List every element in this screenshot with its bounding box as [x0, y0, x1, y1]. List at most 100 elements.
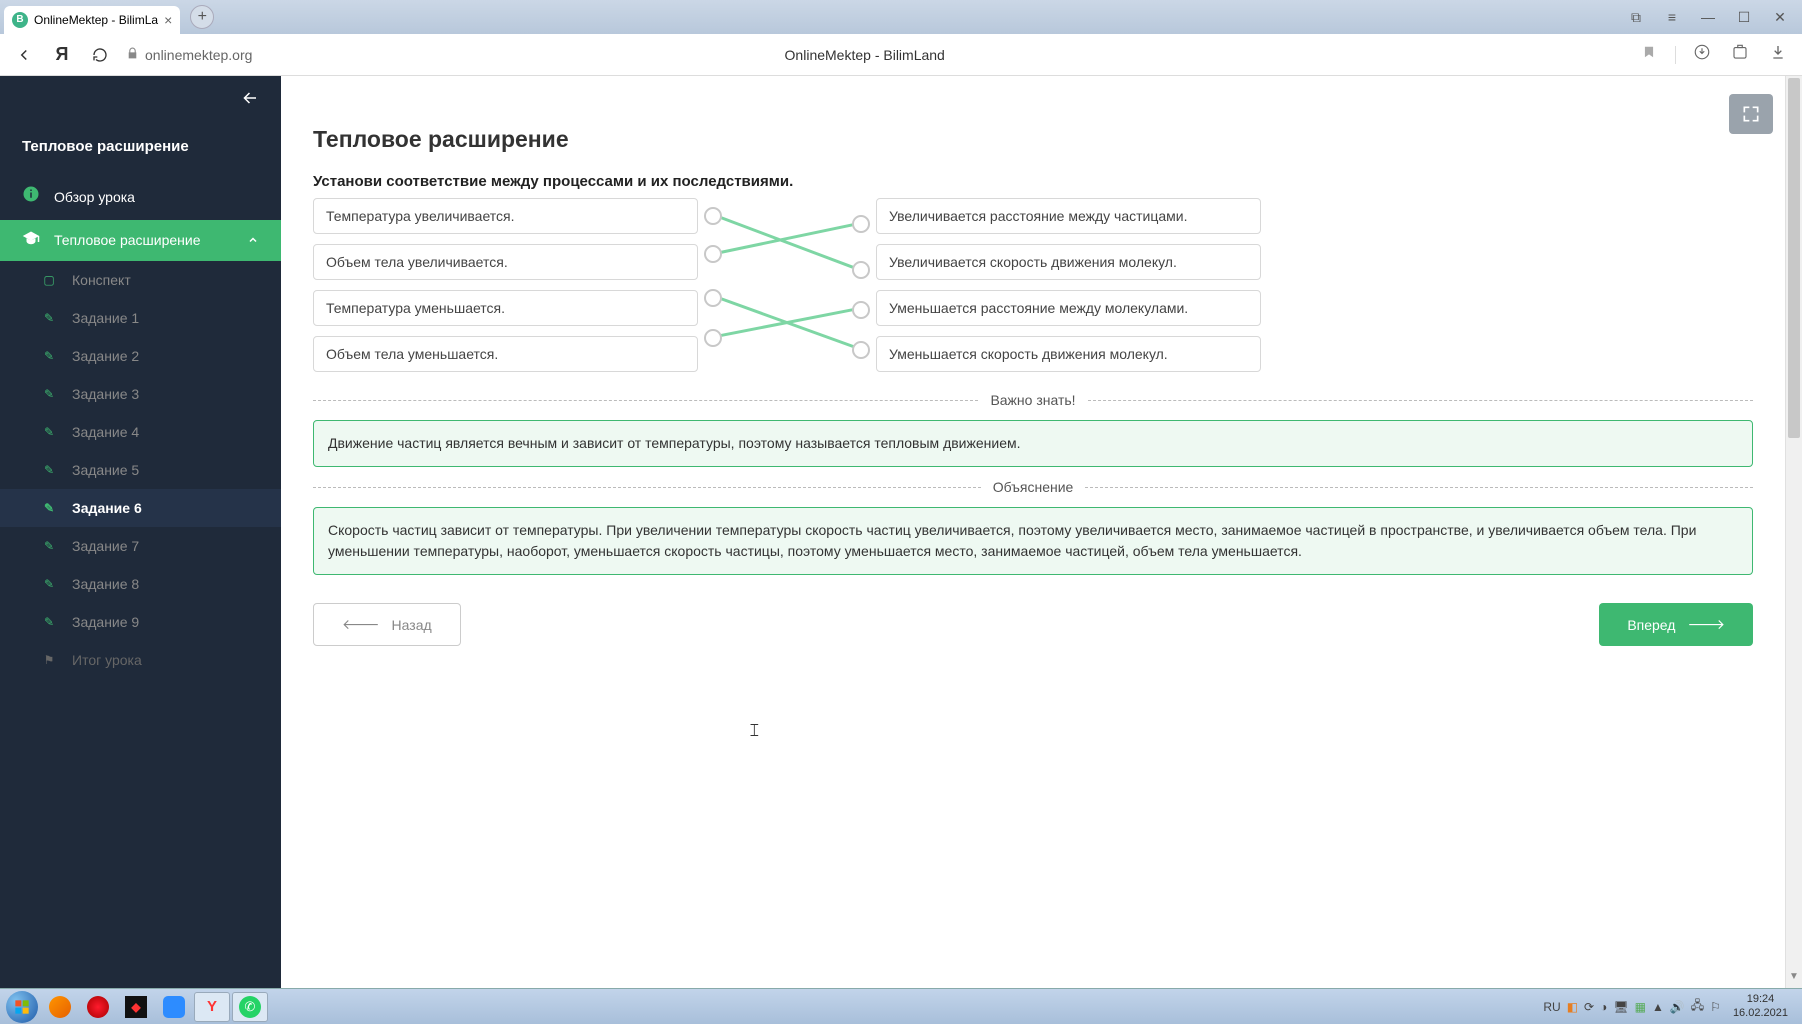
taskbar-app[interactable]: ◆ — [118, 992, 154, 1022]
scroll-down-icon[interactable]: ▼ — [1786, 971, 1802, 988]
sub-item-label: Задание 8 — [72, 576, 139, 592]
scrollbar[interactable]: ▲ ▼ — [1785, 76, 1802, 988]
extensions-icon[interactable] — [1728, 43, 1752, 66]
yandex-icon[interactable]: Я — [50, 43, 74, 67]
match-left-item[interactable]: Температура уменьшается. — [313, 290, 698, 326]
tray-icon[interactable]: ◧ — [1567, 1000, 1578, 1014]
window-maximize-icon[interactable]: ☐ — [1726, 3, 1762, 31]
tray-icon[interactable]: ◑ — [1600, 1000, 1607, 1014]
taskbar-whatsapp[interactable]: ✆ — [232, 992, 268, 1022]
edit-icon: ✎ — [40, 349, 58, 363]
match-right-item[interactable]: Увеличивается расстояние между частицами… — [876, 198, 1261, 234]
sidebar-item-section[interactable]: Тепловое расширение — [0, 220, 281, 261]
tray-chevron-icon[interactable]: ▲ — [1652, 1000, 1664, 1014]
sub-item-konspekt[interactable]: ▢ Конспект — [0, 261, 281, 299]
match-left-item[interactable]: Объем тела уменьшается. — [313, 336, 698, 372]
new-tab-button[interactable]: + — [190, 5, 214, 29]
connector-dot[interactable] — [704, 207, 722, 225]
back-arrow-icon[interactable] — [239, 89, 261, 113]
tray-icon[interactable]: 🖥 — [1613, 1000, 1628, 1014]
lesson-title: Тепловое расширение — [313, 126, 1753, 153]
download-circle-icon[interactable] — [1690, 43, 1714, 66]
flag-icon: ⚑ — [40, 653, 58, 667]
bookmark-icon[interactable] — [1637, 45, 1661, 64]
tray-network-icon[interactable]: 🖧 — [1691, 996, 1704, 1017]
system-tray: RU ◧ ⟳ ◑ 🖥 ▦ ▲ 🔊 🖧 ⚐ 19:24 16.02.2021 — [1543, 993, 1798, 1019]
start-button[interactable] — [4, 992, 40, 1022]
chevron-up-icon — [247, 233, 259, 249]
connector-dot[interactable] — [704, 329, 722, 347]
edit-icon: ✎ — [40, 501, 58, 515]
window-close-icon[interactable]: ✕ — [1762, 3, 1798, 31]
tab-favicon-icon: B — [12, 12, 28, 28]
window-minimize-icon[interactable]: — — [1690, 3, 1726, 31]
next-button[interactable]: Вперед 🡒 — [1599, 603, 1753, 646]
connector-dot[interactable] — [704, 289, 722, 307]
tray-clock[interactable]: 19:24 16.02.2021 — [1727, 993, 1794, 1019]
firefox-icon — [49, 996, 71, 1018]
connector-dot[interactable] — [852, 261, 870, 279]
download-icon[interactable] — [1766, 44, 1790, 65]
sub-item-task-1[interactable]: ✎ Задание 1 — [0, 299, 281, 337]
taskbar-firefox[interactable] — [42, 992, 78, 1022]
sub-item-task-4[interactable]: ✎ Задание 4 — [0, 413, 281, 451]
sub-item-label: Задание 6 — [72, 500, 142, 516]
sub-item-task-7[interactable]: ✎ Задание 7 — [0, 527, 281, 565]
windows-icon — [6, 991, 38, 1023]
sub-item-task-8[interactable]: ✎ Задание 8 — [0, 565, 281, 603]
url-box[interactable]: onlinemektep.org — [126, 47, 252, 63]
url-text: onlinemektep.org — [145, 47, 252, 63]
sidebar-item-label: Обзор урока — [54, 189, 135, 205]
sidebar-back — [0, 76, 281, 126]
edit-icon: ✎ — [40, 615, 58, 629]
connector-dot[interactable] — [704, 245, 722, 263]
taskbar-zoom[interactable] — [156, 992, 192, 1022]
sidebar-item-label: Итог урока — [72, 652, 142, 668]
tray-lang[interactable]: RU — [1543, 1000, 1560, 1014]
nav-back-button[interactable] — [12, 43, 36, 67]
window-overlay-icon[interactable]: ⧉ — [1618, 3, 1654, 31]
divider-explain: Объяснение — [313, 479, 1753, 495]
sidebar-item-summary[interactable]: ⚑ Итог урока — [0, 641, 281, 679]
fullscreen-button[interactable] — [1729, 94, 1773, 134]
taskbar-opera[interactable] — [80, 992, 116, 1022]
match-left-item[interactable]: Температура увеличивается. — [313, 198, 698, 234]
sub-item-task-2[interactable]: ✎ Задание 2 — [0, 337, 281, 375]
back-button[interactable]: 🡐 Назад — [313, 603, 461, 646]
yandex-browser-icon: Y — [202, 997, 222, 1017]
match-left-item[interactable]: Объем тела увеличивается. — [313, 244, 698, 280]
connector-dot[interactable] — [852, 341, 870, 359]
scrollbar-thumb[interactable] — [1788, 78, 1800, 438]
browser-addressbar: Я onlinemektep.org OnlineMektep - BilimL… — [0, 34, 1802, 76]
sub-item-task-3[interactable]: ✎ Задание 3 — [0, 375, 281, 413]
taskbar-yandex[interactable]: Y — [194, 992, 230, 1022]
text-cursor-icon: 𝙸 — [748, 720, 761, 741]
match-right-item[interactable]: Увеличивается скорость движения молекул. — [876, 244, 1261, 280]
sub-item-task-6[interactable]: ✎ Задание 6 — [0, 489, 281, 527]
connector-dot[interactable] — [852, 301, 870, 319]
app-icon: ◆ — [125, 996, 147, 1018]
arrow-right-icon: 🡒 — [1687, 616, 1725, 633]
divider-label: Важно знать! — [990, 392, 1075, 408]
info-icon — [22, 185, 40, 208]
sidebar-item-overview[interactable]: Обзор урока — [0, 173, 281, 220]
lock-icon — [126, 47, 139, 63]
sub-item-label: Задание 3 — [72, 386, 139, 402]
tab-close-icon[interactable]: × — [164, 12, 172, 28]
browser-tab[interactable]: B OnlineMektep - BilimLa × — [4, 6, 180, 34]
tray-icon[interactable]: ⟳ — [1584, 1000, 1594, 1014]
match-right-item[interactable]: Уменьшается расстояние между молекулами. — [876, 290, 1261, 326]
window-menu-icon[interactable]: ≡ — [1654, 3, 1690, 31]
sub-item-task-5[interactable]: ✎ Задание 5 — [0, 451, 281, 489]
match-area: Температура увеличивается. Объем тела ув… — [313, 198, 1753, 372]
match-right-item[interactable]: Уменьшается скорость движения молекул. — [876, 336, 1261, 372]
zoom-icon — [163, 996, 185, 1018]
tray-volume-icon[interactable]: 🔊 — [1670, 1000, 1685, 1014]
reload-button[interactable] — [88, 43, 112, 67]
tray-icon[interactable]: ▦ — [1635, 1000, 1646, 1014]
connector-dot[interactable] — [852, 215, 870, 233]
sub-item-task-9[interactable]: ✎ Задание 9 — [0, 603, 281, 641]
instruction: Установи соответствие между процессами и… — [313, 173, 1753, 190]
sub-item-label: Задание 7 — [72, 538, 139, 554]
tray-flag-icon[interactable]: ⚐ — [1710, 1000, 1721, 1014]
